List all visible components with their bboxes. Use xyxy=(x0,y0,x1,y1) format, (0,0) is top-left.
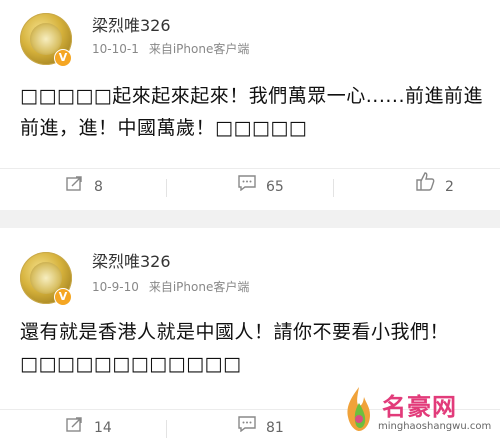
post-meta: 10-10-1 来自iPhone客户端 xyxy=(92,40,259,57)
thumbs-up-icon xyxy=(415,169,435,205)
verified-badge-icon: V xyxy=(54,49,72,67)
post-source: 来自iPhone客户端 xyxy=(148,280,250,294)
verified-badge-icon: V xyxy=(54,288,72,306)
watermark-url: minghaoshangwu.com xyxy=(378,421,492,432)
flame-logo-icon xyxy=(342,385,376,433)
username[interactable]: 梁烈唯326 xyxy=(92,12,171,36)
repost-button[interactable]: 8 xyxy=(66,169,103,205)
watermark-name: 名豪网 xyxy=(382,392,457,421)
post-text: □□□□□起來起來起來！我們萬眾一心......前進前進前進，進！中國萬歲！□□… xyxy=(20,85,483,139)
username[interactable]: 梁烈唯326 xyxy=(92,248,171,272)
repost-icon xyxy=(66,410,84,446)
comment-icon xyxy=(238,410,256,446)
repost-icon xyxy=(66,169,84,205)
comment-icon xyxy=(238,169,256,205)
post-source: 来自iPhone客户端 xyxy=(148,42,250,56)
post-date[interactable]: 10-10-1 xyxy=(92,42,139,56)
post-meta: 10-9-10 来自iPhone客户端 xyxy=(92,278,259,295)
repost-count: 8 xyxy=(94,179,103,195)
post-actions: 8 65 2 xyxy=(0,168,500,205)
repost-button[interactable]: 14 xyxy=(66,410,112,446)
weibo-post: V 梁烈唯326 10-10-1 来自iPhone客户端 □□□□□起來起來起來！… xyxy=(0,0,500,210)
like-button[interactable]: 2 xyxy=(415,169,454,205)
comment-button[interactable]: 81 xyxy=(238,410,284,446)
site-watermark: 名豪网 minghaoshangwu.com xyxy=(342,383,492,443)
comment-button[interactable]: 65 xyxy=(238,169,284,205)
post-text: 還有就是香港人就是中國人！請你不要看小我們！□□□□□□□□□□□□ xyxy=(20,321,450,375)
weibo-post: V 梁烈唯326 10-9-10 来自iPhone客户端 還有就是香港人就是中國人… xyxy=(0,228,500,447)
like-count: 2 xyxy=(445,179,454,195)
repost-count: 14 xyxy=(94,420,112,436)
post-date[interactable]: 10-9-10 xyxy=(92,280,139,294)
post-divider xyxy=(0,210,500,228)
comment-count: 81 xyxy=(266,420,284,436)
comment-count: 65 xyxy=(266,179,284,195)
